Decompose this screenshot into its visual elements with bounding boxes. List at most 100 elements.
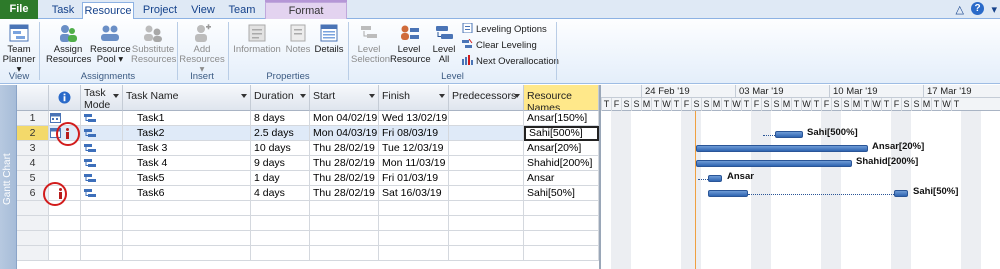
resource-names-cell[interactable]: Shahid[200%] — [524, 156, 599, 171]
table-row[interactable]: 5 Task5 1 day Thu 28/02/19 Fri 01/03/19 … — [17, 171, 599, 186]
ribbon-options-icon[interactable]: ▾ — [991, 3, 997, 16]
predecessors-cell[interactable] — [449, 156, 524, 171]
dropdown-arrow-icon[interactable] — [514, 94, 520, 98]
task-name-cell[interactable]: Task 3 — [123, 141, 251, 156]
duration-cell[interactable]: 10 days — [251, 141, 310, 156]
tab-view[interactable]: View — [186, 2, 220, 19]
leveling-options-button[interactable]: Leveling Options — [462, 23, 547, 35]
task-name-cell[interactable]: Task2 — [123, 126, 251, 141]
predecessors-cell[interactable] — [449, 126, 524, 141]
tab-resource[interactable]: Resource — [82, 2, 134, 20]
finish-cell[interactable]: Wed 13/02/19 — [379, 111, 449, 126]
row-number[interactable] — [17, 216, 49, 231]
row-number[interactable]: 2 — [17, 126, 49, 141]
start-cell[interactable]: Thu 28/02/19 — [310, 171, 379, 186]
row-number[interactable] — [17, 231, 49, 246]
information-button[interactable]: Information — [232, 23, 282, 55]
details-button[interactable]: Details — [313, 23, 345, 55]
dropdown-arrow-icon[interactable] — [439, 94, 445, 98]
gantt-bar[interactable] — [696, 160, 852, 167]
dropdown-arrow-icon[interactable] — [113, 94, 119, 98]
duration-header[interactable]: Duration — [251, 85, 310, 111]
resource-pool-button[interactable]: Resource Pool ▾ — [90, 23, 131, 65]
help-icon[interactable]: ? — [971, 2, 984, 15]
table-row[interactable]: 3 Task 3 10 days Thu 28/02/19 Tue 12/03/… — [17, 141, 599, 156]
start-cell[interactable]: Thu 28/02/19 — [310, 141, 379, 156]
gantt-bar[interactable] — [696, 145, 868, 152]
timescale-top-tier[interactable]: 24 Feb '19 03 Mar '19 10 Mar '19 17 Mar … — [601, 85, 1000, 98]
timescale-bottom-tier[interactable]: TFSSMTWTFSSMTWTFSSMTWTFSSMTWTFSSMTWT — [601, 98, 1000, 111]
gantt-bar[interactable] — [708, 175, 722, 182]
task-name-cell[interactable]: Task5 — [123, 171, 251, 186]
tab-project[interactable]: Project — [138, 2, 182, 19]
gantt-bar[interactable] — [894, 190, 908, 197]
task-mode-cell[interactable] — [81, 126, 123, 141]
notes-button[interactable]: Notes — [284, 23, 312, 55]
start-cell[interactable]: Mon 04/03/19 — [310, 126, 379, 141]
task-mode-cell[interactable] — [81, 141, 123, 156]
finish-header[interactable]: Finish — [379, 85, 449, 111]
resource-names-cell[interactable]: Ansar — [524, 171, 599, 186]
add-resources-button[interactable]: Add Resources ▾ — [179, 23, 225, 75]
predecessors-cell[interactable] — [449, 111, 524, 126]
task-name-cell[interactable]: Task 4 — [123, 156, 251, 171]
level-selection-button[interactable]: Level Selection — [351, 23, 390, 65]
task-name-cell[interactable]: Task6 — [123, 186, 251, 201]
table-row[interactable]: 6 Task6 4 days Thu 28/02/19 Sat 16/03/19… — [17, 186, 599, 201]
next-overallocation-button[interactable]: Next Overallocation — [462, 55, 559, 67]
empty-row[interactable] — [17, 201, 599, 216]
task-mode-cell[interactable] — [81, 111, 123, 126]
tab-team[interactable]: Team — [224, 2, 260, 19]
empty-row[interactable] — [17, 231, 599, 246]
task-mode-cell[interactable] — [81, 186, 123, 201]
empty-row[interactable] — [17, 216, 599, 231]
predecessors-cell[interactable] — [449, 186, 524, 201]
task-mode-cell[interactable] — [81, 156, 123, 171]
table-row[interactable]: 4 Task 4 9 days Thu 28/02/19 Mon 11/03/1… — [17, 156, 599, 171]
finish-cell[interactable]: Sat 16/03/19 — [379, 186, 449, 201]
row-number[interactable]: 1 — [17, 111, 49, 126]
start-cell[interactable]: Mon 04/02/19 — [310, 111, 379, 126]
dropdown-arrow-icon[interactable] — [241, 94, 247, 98]
team-planner-button[interactable]: Team Planner ▾ — [2, 23, 36, 75]
task-name-header[interactable]: Task Name — [123, 85, 251, 111]
gantt-bar[interactable] — [708, 190, 748, 197]
dropdown-arrow-icon[interactable] — [369, 94, 375, 98]
duration-cell[interactable]: 1 day — [251, 171, 310, 186]
resource-names-cell[interactable]: Sahi[50%] — [524, 186, 599, 201]
row-number[interactable] — [17, 201, 49, 216]
tab-file[interactable]: File — [0, 0, 38, 19]
finish-cell[interactable]: Tue 12/03/19 — [379, 141, 449, 156]
resource-names-header[interactable]: Resource Names — [524, 85, 599, 111]
predecessors-cell[interactable] — [449, 141, 524, 156]
select-all-corner[interactable] — [17, 85, 49, 111]
duration-cell[interactable]: 8 days — [251, 111, 310, 126]
task-mode-cell[interactable] — [81, 171, 123, 186]
finish-cell[interactable]: Fri 01/03/19 — [379, 171, 449, 186]
level-all-button[interactable]: Level All — [430, 23, 458, 65]
tab-task[interactable]: Task — [46, 2, 80, 19]
minimize-ribbon-icon[interactable]: △ — [956, 3, 964, 16]
task-mode-header[interactable]: Task Mode — [81, 85, 123, 111]
clear-leveling-button[interactable]: Clear Leveling — [462, 39, 537, 51]
resource-names-cell[interactable]: Ansar[150%] — [524, 111, 599, 126]
start-cell[interactable]: Thu 28/02/19 — [310, 156, 379, 171]
predecessors-header[interactable]: Predecessors — [449, 85, 524, 111]
resource-names-cell[interactable]: Ansar[20%] — [524, 141, 599, 156]
row-number[interactable]: 3 — [17, 141, 49, 156]
dropdown-arrow-icon[interactable] — [300, 94, 306, 98]
duration-cell[interactable]: 2.5 days — [251, 126, 310, 141]
row-number[interactable]: 5 — [17, 171, 49, 186]
table-row[interactable]: 1 Task1 8 days Mon 04/02/19 Wed 13/02/19… — [17, 111, 599, 126]
task-name-cell[interactable]: Task1 — [123, 111, 251, 126]
tab-format[interactable]: Format — [265, 2, 347, 19]
view-bar[interactable]: Gantt Chart — [0, 85, 17, 269]
substitute-resources-button[interactable]: Substitute Resources — [131, 23, 176, 65]
finish-cell[interactable]: Fri 08/03/19 — [379, 126, 449, 141]
level-resource-button[interactable]: Level Resource — [390, 23, 431, 65]
gantt-chart[interactable]: 24 Feb '19 03 Mar '19 10 Mar '19 17 Mar … — [599, 85, 1000, 269]
gantt-bar[interactable] — [775, 131, 803, 138]
duration-cell[interactable]: 9 days — [251, 156, 310, 171]
row-number[interactable]: 4 — [17, 156, 49, 171]
finish-cell[interactable]: Mon 11/03/19 — [379, 156, 449, 171]
